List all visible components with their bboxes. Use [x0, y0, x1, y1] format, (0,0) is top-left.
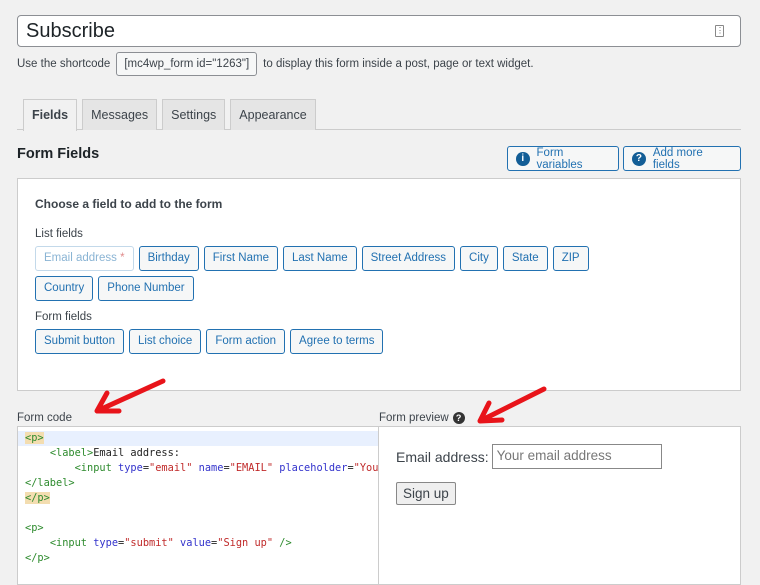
form-preview: Email address: Your email address Sign up	[378, 426, 741, 585]
form-field-button-submit-button[interactable]: Submit button	[35, 329, 124, 354]
required-mark: *	[120, 252, 125, 264]
email-field-label: Email address	[44, 252, 117, 264]
code-token: </p>	[25, 492, 50, 504]
tab-appearance[interactable]: Appearance	[230, 99, 316, 130]
shortcode-field[interactable]: [mc4wp_form id="1263"]	[116, 52, 258, 76]
shortcode-row: Use the shortcode [mc4wp_form id="1263"]…	[17, 52, 534, 76]
tab-fields[interactable]: Fields	[23, 99, 78, 131]
field-button-first-name[interactable]: First Name	[203, 246, 278, 271]
preview-signup-button[interactable]: Sign up	[396, 482, 456, 505]
form-field-button-agree-to-terms[interactable]: Agree to terms	[290, 329, 384, 354]
code-line: <input type="email" name="EMAIL" placeho…	[18, 461, 378, 476]
form-field-button-form-action[interactable]: Form action	[206, 329, 286, 354]
code-token: "email"	[149, 462, 193, 474]
info-icon: i	[516, 151, 530, 166]
code-token: />	[273, 537, 292, 549]
code-token: "submit"	[124, 537, 174, 549]
field-button-street-address[interactable]: Street Address	[361, 246, 456, 271]
code-line: <p>	[18, 431, 378, 446]
tab-bar: Fields Messages Settings Appearance	[17, 99, 741, 131]
field-button-zip[interactable]: ZIP	[552, 246, 589, 271]
code-line: </p>	[18, 491, 378, 506]
code-token: </p>	[25, 552, 50, 564]
code-line: </label>	[18, 476, 378, 491]
field-button-state[interactable]: State	[502, 246, 548, 271]
red-arrow-icon	[477, 386, 547, 424]
field-button-birthday[interactable]: Birthday	[138, 246, 199, 271]
form-title-text: Subscribe	[26, 20, 115, 42]
field-button-phone-number[interactable]: Phone Number	[98, 276, 194, 301]
code-line: </p>	[18, 551, 378, 566]
code-token: name	[192, 462, 224, 474]
code-token: "Your	[353, 462, 379, 474]
form-variables-label: Form variables	[536, 146, 583, 171]
section-title: Form Fields	[17, 146, 100, 162]
code-token: placeholder	[273, 462, 348, 474]
field-button-country[interactable]: Country	[35, 276, 94, 301]
red-arrow-icon	[94, 378, 166, 414]
form-variables-button[interactable]: i Form variables	[507, 146, 619, 171]
list-fields-row: Email address * Birthday First Name Last N…	[35, 246, 635, 301]
shortcode-suffix: to display this form inside a post, page…	[263, 58, 534, 70]
form-field-button-list-choice[interactable]: List choice	[128, 329, 202, 354]
form-fields-label: Form fields	[35, 311, 92, 323]
code-token: <p>	[25, 432, 44, 444]
tab-messages[interactable]: Messages	[82, 99, 158, 130]
code-token: <p>	[25, 522, 44, 534]
field-button-last-name[interactable]: Last Name	[282, 246, 357, 271]
code-token: Email address:	[93, 447, 181, 459]
autofill-icon: ⋮	[715, 25, 724, 37]
tab-settings[interactable]: Settings	[162, 99, 226, 130]
code-line: <p>	[18, 521, 378, 536]
form-preview-heading: Form preview?	[379, 412, 465, 424]
help-icon: ?	[632, 151, 646, 166]
form-preview-label: Form preview	[379, 412, 449, 424]
form-fields-row: Submit button List choice Form action Agree…	[35, 329, 635, 354]
preview-email-input[interactable]: Your email address	[491, 444, 662, 469]
code-line: <label>Email address:	[18, 446, 378, 461]
code-token: <input	[49, 537, 94, 549]
field-chooser-panel: Choose a field to add to the form List f…	[17, 178, 741, 391]
code-line: <input type="submit" value="Sign up" />	[18, 536, 378, 551]
code-token: type	[118, 462, 143, 474]
code-token: type	[93, 537, 119, 549]
field-button-email[interactable]: Email address *	[35, 246, 134, 271]
code-token: <input	[74, 462, 119, 474]
code-token: "EMAIL"	[229, 462, 274, 474]
help-icon[interactable]: ?	[452, 412, 465, 424]
form-code-editor[interactable]: <p> <label>Email address: <input type="e…	[17, 426, 379, 585]
code-token: "Sign up"	[217, 537, 274, 549]
preview-email-label: Email address:	[396, 448, 489, 465]
code-token: </label>	[25, 477, 75, 489]
form-code-label: Form code	[17, 412, 72, 424]
shortcode-prefix: Use the shortcode	[17, 58, 111, 70]
field-button-city[interactable]: City	[460, 246, 498, 271]
panel-heading: Choose a field to add to the form	[35, 197, 223, 211]
form-title-input[interactable]: Subscribe ⋮	[17, 15, 741, 47]
list-fields-label: List fields	[35, 228, 83, 240]
add-more-fields-button[interactable]: ? Add more fields	[623, 146, 741, 171]
add-more-fields-label: Add more fields	[652, 146, 703, 171]
code-token: value	[173, 537, 212, 549]
code-token: <label>	[49, 447, 94, 459]
